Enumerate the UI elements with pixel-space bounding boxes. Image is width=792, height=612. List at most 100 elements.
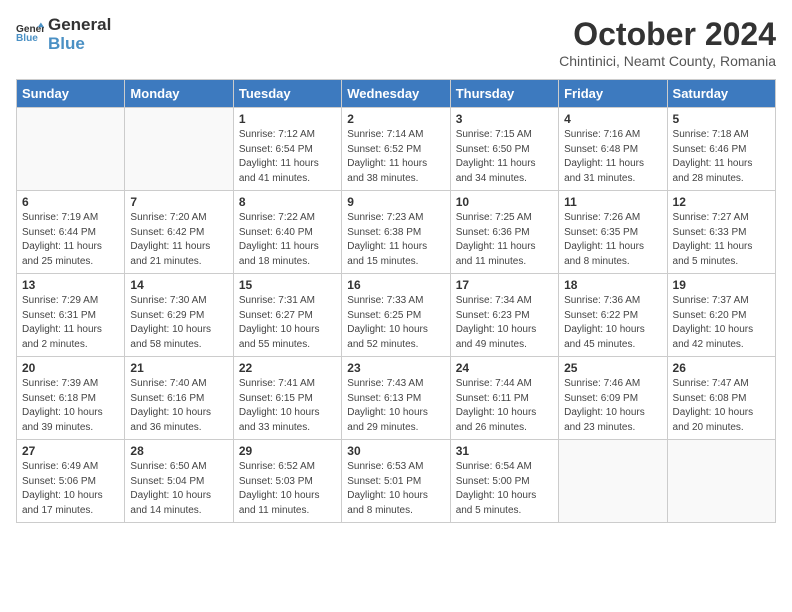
day-number: 2 [347, 112, 444, 126]
day-number: 5 [673, 112, 770, 126]
day-number: 23 [347, 361, 444, 375]
weekday-header: Saturday [667, 80, 775, 108]
day-number: 18 [564, 278, 661, 292]
day-info: Sunrise: 6:54 AMSunset: 5:00 PMDaylight:… [456, 460, 553, 518]
calendar-week-row: 13 Sunrise: 7:29 AMSunset: 6:31 PMDayligh… [17, 274, 776, 357]
calendar-week-row: 20 Sunrise: 7:39 AMSunset: 6:18 PMDayligh… [17, 357, 776, 440]
location-subtitle: Chintinici, Neamt County, Romania [559, 53, 776, 69]
calendar-day-cell: 20 Sunrise: 7:39 AMSunset: 6:18 PMDayligh… [17, 357, 125, 440]
day-number: 4 [564, 112, 661, 126]
day-number: 12 [673, 195, 770, 209]
day-info: Sunrise: 7:34 AMSunset: 6:23 PMDaylight:… [456, 294, 553, 352]
day-number: 24 [456, 361, 553, 375]
day-info: Sunrise: 7:15 AMSunset: 6:50 PMDaylight:… [456, 128, 553, 186]
day-number: 22 [239, 361, 336, 375]
calendar-day-cell [17, 108, 125, 191]
day-number: 26 [673, 361, 770, 375]
weekday-header: Sunday [17, 80, 125, 108]
day-info: Sunrise: 7:14 AMSunset: 6:52 PMDaylight:… [347, 128, 444, 186]
calendar-day-cell: 2 Sunrise: 7:14 AMSunset: 6:52 PMDaylight… [342, 108, 450, 191]
day-info: Sunrise: 7:39 AMSunset: 6:18 PMDaylight:… [22, 377, 119, 435]
calendar-day-cell: 27Sunrise: 6:49 AMSunset: 5:06 PMDayligh… [17, 440, 125, 523]
day-info: Sunrise: 7:36 AMSunset: 6:22 PMDaylight:… [564, 294, 661, 352]
day-number: 13 [22, 278, 119, 292]
calendar-day-cell: 24 Sunrise: 7:44 AMSunset: 6:11 PMDayligh… [450, 357, 558, 440]
day-info: Sunrise: 7:16 AMSunset: 6:48 PMDaylight:… [564, 128, 661, 186]
calendar-day-cell: 19Sunrise: 7:37 AMSunset: 6:20 PMDayligh… [667, 274, 775, 357]
calendar-day-cell: 21 Sunrise: 7:40 AMSunset: 6:16 PMDayligh… [125, 357, 233, 440]
day-info: Sunrise: 6:50 AMSunset: 5:04 PMDaylight:… [130, 460, 227, 518]
calendar-day-cell: 5Sunrise: 7:18 AMSunset: 6:46 PMDaylight… [667, 108, 775, 191]
calendar-week-row: 6Sunrise: 7:19 AMSunset: 6:44 PMDaylight… [17, 191, 776, 274]
day-number: 9 [347, 195, 444, 209]
day-info: Sunrise: 7:20 AMSunset: 6:42 PMDaylight:… [130, 211, 227, 269]
calendar-day-cell: 17Sunrise: 7:34 AMSunset: 6:23 PMDayligh… [450, 274, 558, 357]
calendar-week-row: 1 Sunrise: 7:12 AMSunset: 6:54 PMDaylight… [17, 108, 776, 191]
calendar-day-cell: 28 Sunrise: 6:50 AMSunset: 5:04 PMDayligh… [125, 440, 233, 523]
logo: General Blue General Blue [16, 16, 111, 53]
day-info: Sunrise: 6:53 AMSunset: 5:01 PMDaylight:… [347, 460, 444, 518]
calendar-day-cell: 31 Sunrise: 6:54 AMSunset: 5:00 PMDayligh… [450, 440, 558, 523]
calendar-day-cell: 18 Sunrise: 7:36 AMSunset: 6:22 PMDayligh… [559, 274, 667, 357]
calendar-day-cell: 23 Sunrise: 7:43 AMSunset: 6:13 PMDayligh… [342, 357, 450, 440]
calendar-day-cell: 6Sunrise: 7:19 AMSunset: 6:44 PMDaylight… [17, 191, 125, 274]
day-number: 15 [239, 278, 336, 292]
day-info: Sunrise: 7:40 AMSunset: 6:16 PMDaylight:… [130, 377, 227, 435]
day-info: Sunrise: 7:33 AMSunset: 6:25 PMDaylight:… [347, 294, 444, 352]
calendar-day-cell [125, 108, 233, 191]
calendar-day-cell: 4 Sunrise: 7:16 AMSunset: 6:48 PMDaylight… [559, 108, 667, 191]
day-number: 29 [239, 444, 336, 458]
weekday-header: Monday [125, 80, 233, 108]
day-number: 20 [22, 361, 119, 375]
day-number: 11 [564, 195, 661, 209]
day-info: Sunrise: 7:12 AMSunset: 6:54 PMDaylight:… [239, 128, 336, 186]
day-number: 7 [130, 195, 227, 209]
logo-general: General [48, 16, 111, 35]
day-number: 28 [130, 444, 227, 458]
day-info: Sunrise: 7:22 AMSunset: 6:40 PMDaylight:… [239, 211, 336, 269]
calendar-table: SundayMondayTuesdayWednesdayThursdayFrid… [16, 79, 776, 523]
day-info: Sunrise: 7:26 AMSunset: 6:35 PMDaylight:… [564, 211, 661, 269]
day-number: 16 [347, 278, 444, 292]
logo-icon: General Blue [16, 21, 44, 49]
calendar-day-cell: 22 Sunrise: 7:41 AMSunset: 6:15 PMDayligh… [233, 357, 341, 440]
day-number: 3 [456, 112, 553, 126]
calendar-day-cell [667, 440, 775, 523]
day-number: 30 [347, 444, 444, 458]
day-info: Sunrise: 7:31 AMSunset: 6:27 PMDaylight:… [239, 294, 336, 352]
day-info: Sunrise: 7:25 AMSunset: 6:36 PMDaylight:… [456, 211, 553, 269]
svg-text:Blue: Blue [16, 33, 38, 44]
day-number: 1 [239, 112, 336, 126]
day-number: 6 [22, 195, 119, 209]
calendar-day-cell: 29 Sunrise: 6:52 AMSunset: 5:03 PMDayligh… [233, 440, 341, 523]
calendar-day-cell: 1 Sunrise: 7:12 AMSunset: 6:54 PMDaylight… [233, 108, 341, 191]
weekday-header: Friday [559, 80, 667, 108]
calendar-day-cell [559, 440, 667, 523]
day-info: Sunrise: 7:46 AMSunset: 6:09 PMDaylight:… [564, 377, 661, 435]
day-info: Sunrise: 7:47 AMSunset: 6:08 PMDaylight:… [673, 377, 770, 435]
weekday-header: Tuesday [233, 80, 341, 108]
logo-blue: Blue [48, 35, 111, 54]
calendar-day-cell: 15 Sunrise: 7:31 AMSunset: 6:27 PMDayligh… [233, 274, 341, 357]
day-info: Sunrise: 7:43 AMSunset: 6:13 PMDaylight:… [347, 377, 444, 435]
day-info: Sunrise: 7:30 AMSunset: 6:29 PMDaylight:… [130, 294, 227, 352]
day-info: Sunrise: 7:44 AMSunset: 6:11 PMDaylight:… [456, 377, 553, 435]
day-info: Sunrise: 7:41 AMSunset: 6:15 PMDaylight:… [239, 377, 336, 435]
weekday-header-row: SundayMondayTuesdayWednesdayThursdayFrid… [17, 80, 776, 108]
calendar-day-cell: 11 Sunrise: 7:26 AMSunset: 6:35 PMDayligh… [559, 191, 667, 274]
day-number: 27 [22, 444, 119, 458]
day-number: 14 [130, 278, 227, 292]
calendar-day-cell: 14 Sunrise: 7:30 AMSunset: 6:29 PMDayligh… [125, 274, 233, 357]
day-info: Sunrise: 6:52 AMSunset: 5:03 PMDaylight:… [239, 460, 336, 518]
calendar-day-cell: 9Sunrise: 7:23 AMSunset: 6:38 PMDaylight… [342, 191, 450, 274]
day-number: 31 [456, 444, 553, 458]
calendar-day-cell: 25Sunrise: 7:46 AMSunset: 6:09 PMDayligh… [559, 357, 667, 440]
weekday-header: Thursday [450, 80, 558, 108]
day-info: Sunrise: 7:29 AMSunset: 6:31 PMDaylight:… [22, 294, 119, 352]
title-block: October 2024 Chintinici, Neamt County, R… [559, 16, 776, 69]
day-number: 19 [673, 278, 770, 292]
month-title: October 2024 [559, 16, 776, 53]
calendar-day-cell: 30 Sunrise: 6:53 AMSunset: 5:01 PMDayligh… [342, 440, 450, 523]
day-number: 21 [130, 361, 227, 375]
calendar-week-row: 27Sunrise: 6:49 AMSunset: 5:06 PMDayligh… [17, 440, 776, 523]
